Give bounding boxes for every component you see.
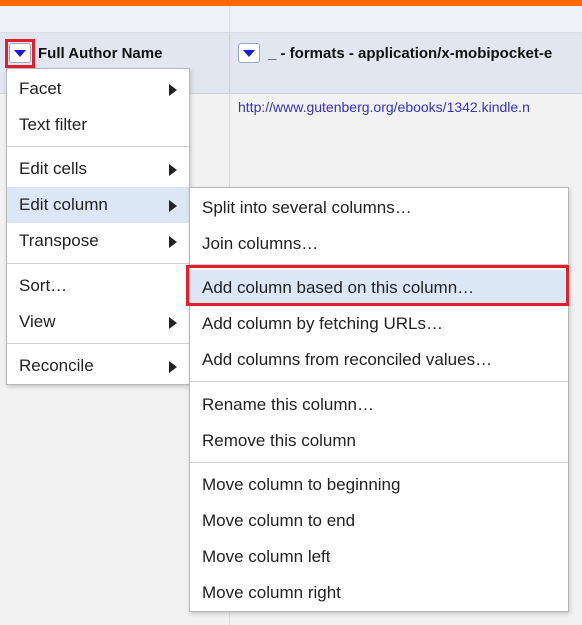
submenu-arrow-icon [169,236,177,248]
menu-item-label: Facet [19,79,62,98]
grid-top-strip [0,6,582,33]
menu-item-label: Transpose [19,231,99,250]
menu-item-edit-column[interactable]: Edit column [7,187,189,223]
menu-item-label: Move column left [202,547,331,566]
menu-item-label: Move column to beginning [202,475,401,494]
column-menu: Facet Text filter Edit cells Edit column… [6,68,190,385]
menu-item-label: Edit cells [19,159,88,178]
menu-item-move-left[interactable]: Move column left [190,539,568,575]
submenu-arrow-icon [169,200,177,212]
menu-item-label: View [19,312,56,331]
menu-item-transpose[interactable]: Transpose [7,223,189,259]
menu-item-label: Edit column [19,195,108,214]
menu-item-label: Add column based on this column… [202,278,475,297]
menu-item-move-right[interactable]: Move column right [190,575,568,611]
menu-item-reconcile[interactable]: Reconcile [7,348,189,384]
menu-separator [190,381,568,382]
menu-item-label: Text filter [19,115,88,134]
menu-item-sort[interactable]: Sort… [7,268,189,304]
menu-item-label: Sort… [19,276,68,295]
menu-item-add-column-fetching-urls[interactable]: Add column by fetching URLs… [190,306,568,342]
menu-item-view[interactable]: View [7,304,189,340]
menu-item-label: Join columns… [202,234,319,253]
column-header-divider [229,33,230,93]
menu-item-label: Split into several columns… [202,198,412,217]
dropdown-arrow-icon [243,49,255,57]
menu-item-text-filter[interactable]: Text filter [7,107,189,143]
menu-item-label: Add columns from reconciled values… [202,350,493,369]
submenu-arrow-icon [169,164,177,176]
menu-separator [7,263,189,264]
menu-separator [7,146,189,147]
menu-item-add-columns-reconciled[interactable]: Add columns from reconciled values… [190,342,568,378]
menu-item-edit-cells[interactable]: Edit cells [7,151,189,187]
dropdown-arrow-icon [14,49,26,57]
cell-link[interactable]: http://www.gutenberg.org/ebooks/1342.kin… [238,99,530,115]
menu-separator [7,343,189,344]
submenu-arrow-icon [169,317,177,329]
menu-item-label: Move column right [202,583,341,602]
column-title-full-author-name: Full Author Name [38,45,163,62]
menu-item-label: Add column by fetching URLs… [202,314,443,333]
menu-item-label: Remove this column [202,431,357,450]
menu-item-split-columns[interactable]: Split into several columns… [190,190,568,226]
menu-item-label: Rename this column… [202,395,374,414]
menu-item-label: Move column to end [202,511,356,530]
submenu-arrow-icon [169,84,177,96]
menu-item-rename-column[interactable]: Rename this column… [190,387,568,423]
column-dropdown-button-full-author-name[interactable] [9,43,31,63]
menu-item-join-columns[interactable]: Join columns… [190,226,568,262]
column-title-formats: _ - formats - application/x-mobipocket-e [268,45,553,62]
menu-item-move-to-end[interactable]: Move column to end [190,503,568,539]
menu-item-facet[interactable]: Facet [7,71,189,107]
menu-item-move-to-beginning[interactable]: Move column to beginning [190,467,568,503]
edit-column-submenu: Split into several columns… Join columns… [189,187,569,612]
menu-item-add-column-based[interactable]: Add column based on this column… [190,270,568,306]
menu-separator [190,462,568,463]
submenu-arrow-icon [169,361,177,373]
menu-item-label: Reconcile [19,356,94,375]
menu-item-remove-column[interactable]: Remove this column [190,423,568,459]
menu-separator [190,264,568,265]
column-dropdown-button-formats[interactable] [238,43,260,63]
